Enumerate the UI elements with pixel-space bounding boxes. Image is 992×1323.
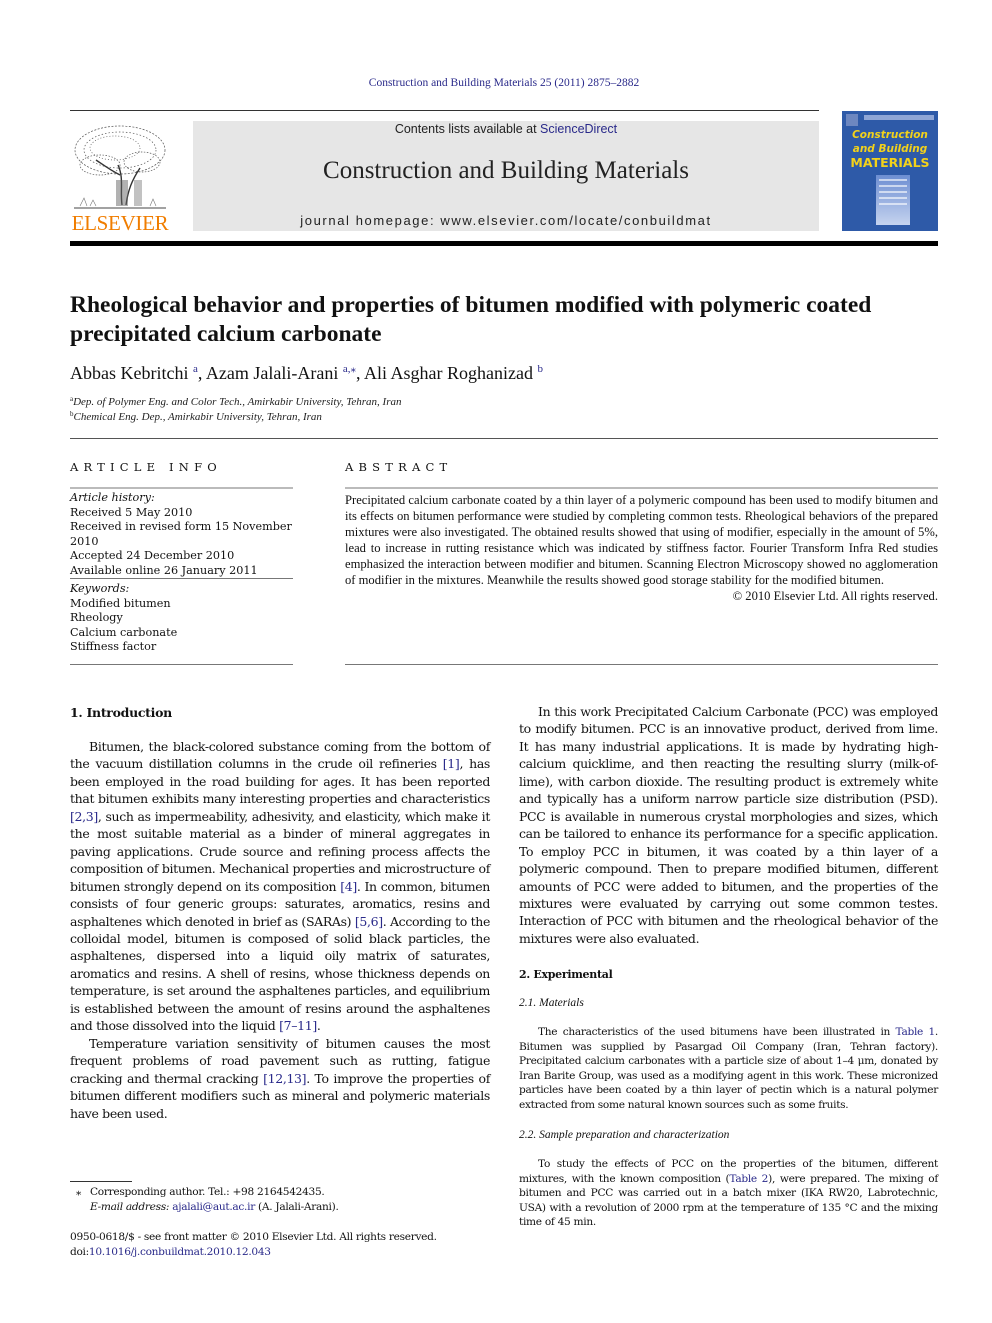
- affiliation-a: aDep. of Polymer Eng. and Color Tech., A…: [70, 395, 401, 408]
- cover-stripe: [864, 115, 934, 120]
- affiliation-text: Chemical Eng. Dep., Amirkabir University…: [73, 411, 322, 423]
- keyword: Modified bitumen: [70, 596, 171, 610]
- introduction-right-column: In this work Precipitated Calcium Carbon…: [519, 703, 938, 947]
- sciencedirect-link[interactable]: ScienceDirect: [540, 122, 617, 136]
- article-info-label: ARTICLE INFO: [70, 460, 222, 474]
- text-run: . Bitumen was supplied by Pasargad Oil C…: [519, 1026, 938, 1111]
- paragraph: Temperature variation sensitivity of bit…: [70, 1035, 490, 1122]
- history-item: Received in revised form 15 November 201…: [70, 520, 292, 548]
- journal-name: Construction and Building Materials: [323, 157, 689, 184]
- paragraph: Bitumen, the black-colored substance com…: [70, 738, 490, 1035]
- author-name[interactable]: Abbas Kebritchi: [70, 363, 188, 383]
- cover-title-line1: Construction: [852, 129, 928, 141]
- corresponding-author: Corresponding author. Tel.: +98 21645424…: [90, 1186, 325, 1198]
- front-matter: 0950-0618/$ - see front matter © 2010 El…: [70, 1230, 490, 1259]
- cover-title-line3: MATERIALS: [850, 155, 930, 170]
- text-run: The characteristics of the used bitumens…: [538, 1026, 896, 1038]
- keywords: Keywords: Modified bitumen Rheology Calc…: [70, 582, 300, 655]
- contents-line: Contents lists available at ScienceDirec…: [193, 122, 819, 136]
- sample-prep-text: To study the effects of PCC on the prope…: [519, 1157, 938, 1230]
- journal-cover-thumbnail[interactable]: Construction and Building MATERIALS: [842, 111, 938, 231]
- header-rule: [70, 438, 938, 439]
- footnote-rule: [70, 1181, 132, 1182]
- email-suffix: (A. Jalali-Arani).: [254, 1200, 339, 1213]
- abstract-label: ABSTRACT: [345, 460, 453, 474]
- affiliation-b: bChemical Eng. Dep., Amirkabir Universit…: [70, 410, 322, 423]
- keywords-heading: Keywords:: [70, 582, 130, 595]
- citation-link[interactable]: Table 2: [729, 1173, 768, 1185]
- text-run: .: [316, 1018, 321, 1034]
- masthead-rule: [70, 241, 938, 246]
- paragraph: The characteristics of the used bitumens…: [519, 1025, 938, 1112]
- text-run: Bitumen, the black-colored substance com…: [70, 739, 490, 772]
- journal-homepage-link[interactable]: journal homepage: www.elsevier.com/locat…: [193, 213, 819, 228]
- author-name[interactable]: Azam Jalali-Arani: [206, 363, 338, 383]
- divider: [70, 664, 293, 665]
- cover-title-line2: and Building: [852, 143, 928, 155]
- cover-title: Construction and Building MATERIALS: [842, 128, 938, 170]
- article-history: Article history: Received 5 May 2010 Rec…: [70, 491, 300, 579]
- issn-line: 0950-0618/$ - see front matter © 2010 El…: [70, 1231, 437, 1243]
- paragraph: To study the effects of PCC on the prope…: [519, 1157, 938, 1230]
- cover-blurb: [876, 175, 910, 225]
- keyword: Stiffness factor: [70, 640, 157, 654]
- abstract: Precipitated calcium carbonate coated by…: [345, 492, 938, 604]
- citation-link[interactable]: [1]: [443, 756, 460, 771]
- author-name[interactable]: Ali Asghar Roghanizad: [364, 363, 533, 383]
- citation-link[interactable]: [7–11]: [279, 1018, 317, 1033]
- history-item: Available online 26 January 2011: [70, 563, 258, 577]
- author-affil-mark[interactable]: b: [537, 363, 543, 375]
- top-rule: [70, 110, 819, 111]
- keyword: Calcium carbonate: [70, 625, 178, 639]
- running-head[interactable]: Construction and Building Materials 25 (…: [0, 77, 992, 89]
- publisher-name: ELSEVIER: [71, 211, 169, 235]
- citation-link[interactable]: [2,3]: [70, 809, 98, 824]
- author-list: Abbas Kebritchi a, Azam Jalali-Arani a,⁎…: [70, 362, 543, 384]
- materials-text: The characteristics of the used bitumens…: [519, 1025, 938, 1112]
- cover-logo-icon: [846, 114, 858, 126]
- introduction-left-column: Bitumen, the black-colored substance com…: [70, 738, 490, 1122]
- affiliation-text: Dep. of Polymer Eng. and Color Tech., Am…: [73, 396, 402, 408]
- citation-link[interactable]: [12,13]: [263, 1071, 306, 1086]
- email-link[interactable]: ajalali@aut.ac.ir: [172, 1201, 255, 1213]
- journal-banner: Contents lists available at ScienceDirec…: [193, 121, 819, 231]
- author-separator: ,: [197, 363, 206, 383]
- doi-link[interactable]: 10.1016/j.conbuildmat.2010.12.043: [89, 1246, 271, 1258]
- history-heading: Article history:: [70, 491, 155, 504]
- contents-prefix: Contents lists available at: [394, 122, 541, 136]
- citation-link[interactable]: [5,6]: [355, 914, 383, 929]
- divider: [70, 578, 293, 579]
- section-heading-introduction: 1. Introduction: [70, 705, 172, 720]
- citation-link[interactable]: [4]: [340, 879, 357, 894]
- abstract-body: Precipitated calcium carbonate coated by…: [345, 493, 938, 587]
- history-item: Received 5 May 2010: [70, 505, 193, 519]
- author-affil-mark[interactable]: a,⁎: [343, 363, 356, 375]
- article-title: Rheological behavior and properties of b…: [70, 292, 872, 347]
- section-heading-experimental: 2. Experimental: [519, 968, 613, 981]
- history-item: Accepted 24 December 2010: [70, 549, 235, 563]
- email-label: E-mail address:: [90, 1200, 173, 1213]
- divider: [345, 664, 938, 665]
- paragraph: In this work Precipitated Calcium Carbon…: [519, 704, 938, 946]
- citation-link[interactable]: Table 1: [896, 1026, 936, 1038]
- author-separator: ,: [355, 363, 364, 383]
- footnote-star: ⁎: [76, 1186, 81, 1198]
- abstract-copyright: © 2010 Elsevier Ltd. All rights reserved…: [732, 589, 938, 603]
- text-run: . According to the colloidal model, bitu…: [70, 913, 490, 1034]
- footnote: ⁎ Corresponding author. Tel.: +98 2164542…: [70, 1185, 490, 1214]
- divider: [345, 487, 938, 489]
- subsection-heading-sample-prep: 2.2. Sample preparation and characteriza…: [519, 1129, 730, 1141]
- keyword: Rheology: [70, 611, 123, 625]
- divider: [70, 487, 293, 489]
- subsection-heading-materials: 2.1. Materials: [519, 997, 584, 1009]
- doi-prefix: doi:: [70, 1245, 89, 1258]
